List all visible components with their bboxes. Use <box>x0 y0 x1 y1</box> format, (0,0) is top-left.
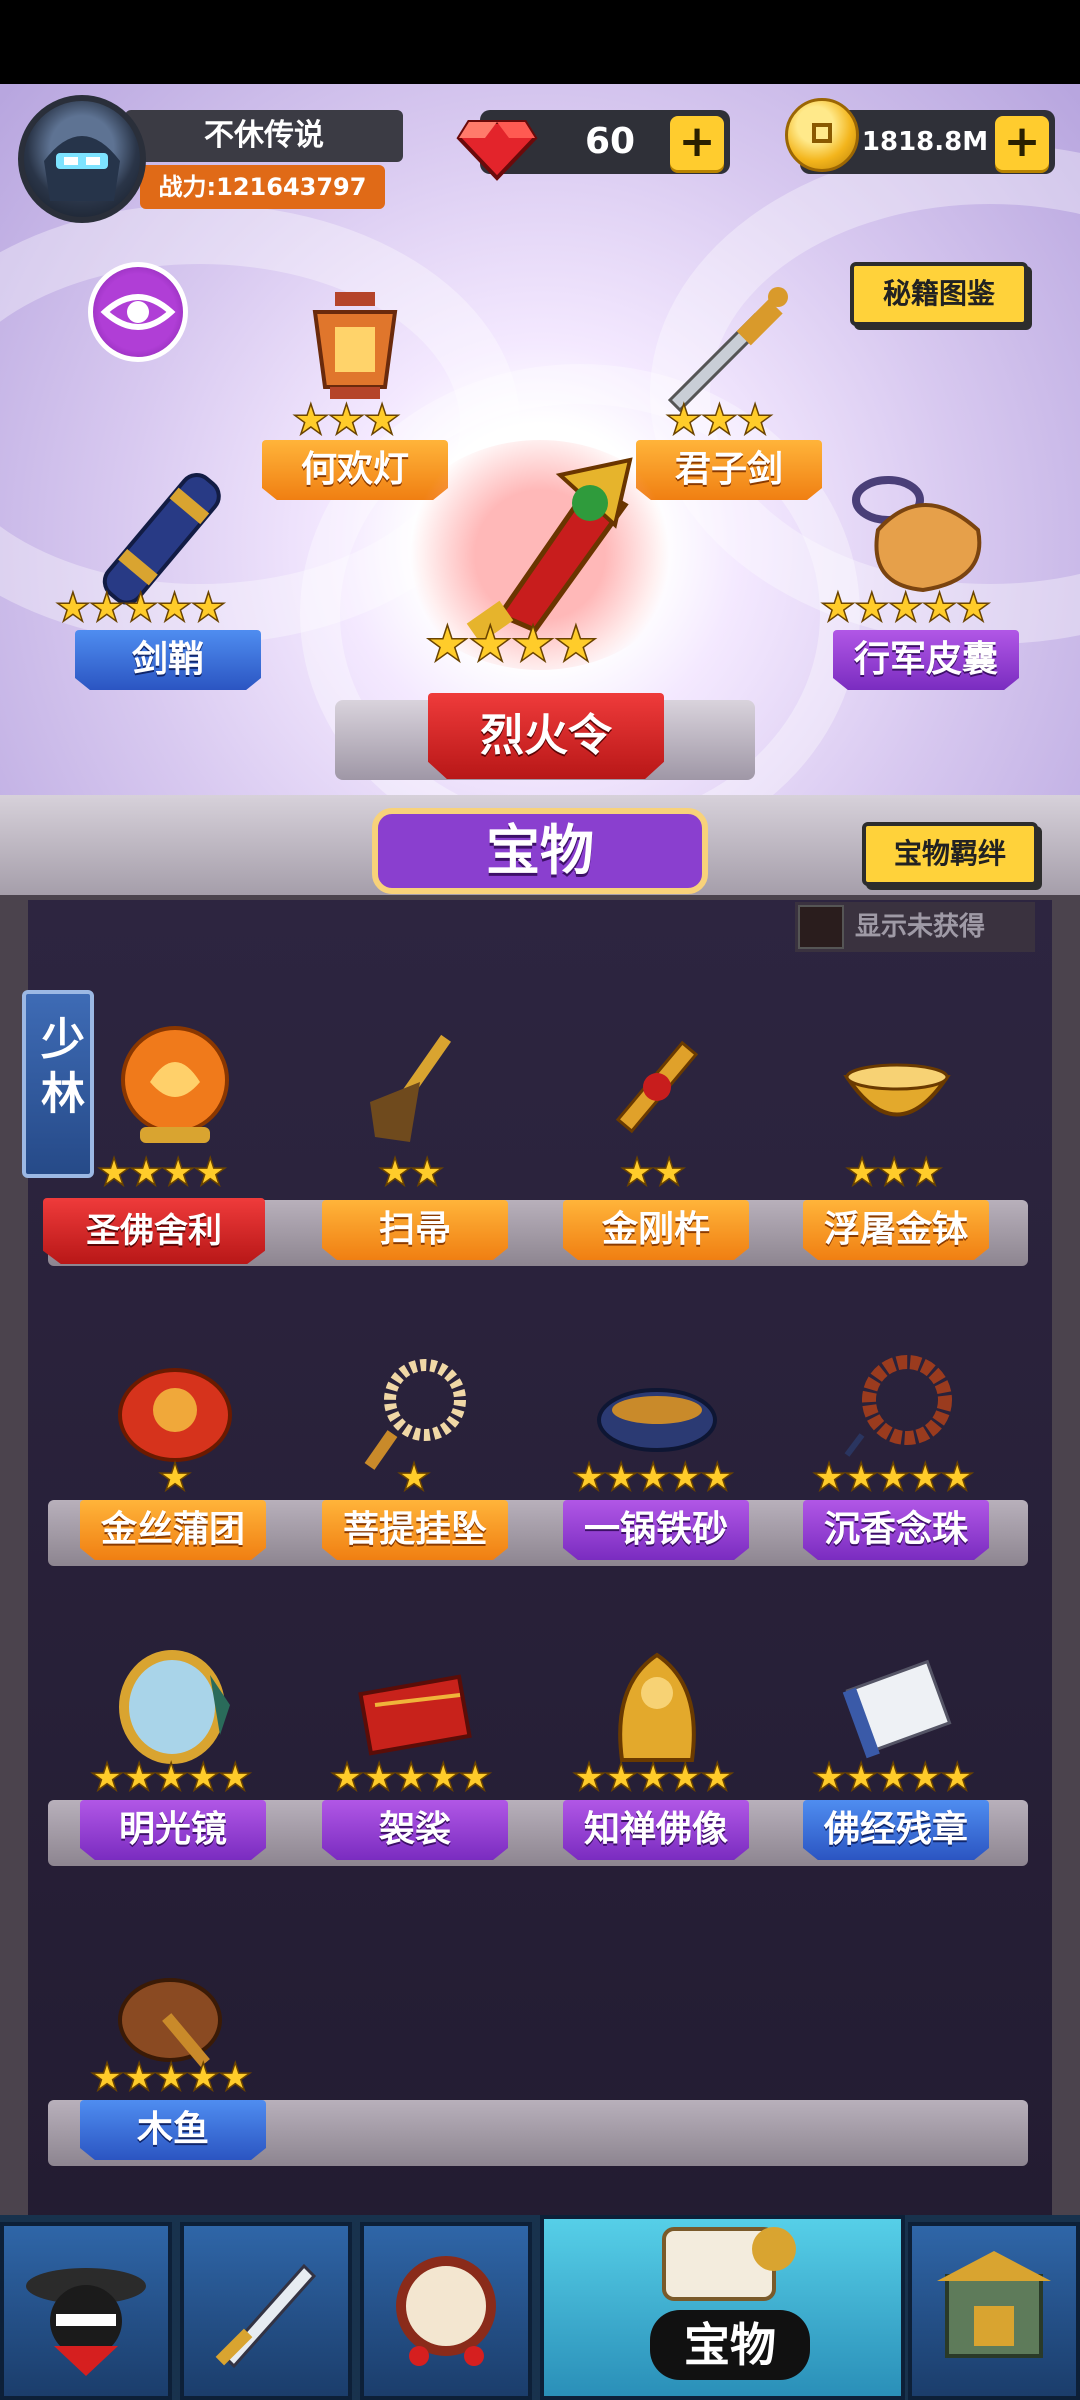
vajra-icon[interactable] <box>592 1022 722 1152</box>
leather-pouch-icon <box>848 470 998 600</box>
category-label: 少林 <box>33 1016 84 1124</box>
sword-icon <box>215 2263 317 2369</box>
status-bar <box>0 0 1080 84</box>
player-power: 战力:121643797 <box>140 165 385 209</box>
golden-bowl-icon[interactable] <box>832 1022 962 1152</box>
item-stars: ★★★★★ <box>89 2054 253 2100</box>
item-stars: ★★★★ <box>96 1149 228 1195</box>
hero-icon <box>26 2268 146 2376</box>
page-title: 宝物 <box>372 808 708 894</box>
item-stars: ★★★★★ <box>819 584 992 632</box>
coin-icon <box>785 98 859 172</box>
item-stars: ★★ <box>377 1149 445 1195</box>
treasure-label[interactable]: 佛经残章 <box>803 1800 989 1860</box>
nav-hero-button[interactable] <box>0 2222 172 2400</box>
item-stars: ★★★★★ <box>329 1754 493 1800</box>
treasure-label[interactable]: 扫帚 <box>322 1200 508 1260</box>
item-stars: ★★★★★ <box>54 584 227 632</box>
item-stars: ★★★ <box>291 394 401 445</box>
nav-weapon-button[interactable] <box>180 2222 352 2400</box>
treasure-label[interactable]: 金丝蒲团 <box>80 1500 266 1560</box>
eye-icon <box>100 294 176 330</box>
item-stars: ★ <box>396 1454 432 1500</box>
category-tag[interactable]: 少林 <box>22 990 94 1178</box>
buddha-relic-icon[interactable] <box>110 1022 240 1152</box>
treasure-label[interactable]: 一锅铁砂 <box>563 1500 749 1560</box>
gem-amount: 60 <box>584 121 636 162</box>
equipped-item-label[interactable]: 剑鞘 <box>75 630 261 690</box>
treasure-label[interactable]: 圣佛舍利 <box>43 1198 265 1264</box>
item-stars: ★★★ <box>844 1149 944 1195</box>
show-unobtained-label: 显示未获得 <box>855 912 986 942</box>
item-stars: ★★★★★ <box>811 1454 975 1500</box>
ruby-icon <box>455 100 539 184</box>
item-stars: ★★★ <box>664 394 774 445</box>
show-unobtained-checkbox[interactable] <box>798 905 844 949</box>
treasure-label[interactable]: 沉香念珠 <box>803 1500 989 1560</box>
equipped-item-label[interactable]: 行军皮囊 <box>833 630 1019 690</box>
treasure-label[interactable]: 浮屠金钵 <box>803 1200 989 1260</box>
broom-icon[interactable] <box>350 1022 480 1152</box>
item-stars: ★ <box>157 1454 193 1500</box>
nav-gate-button[interactable] <box>908 2222 1080 2400</box>
treasure-label[interactable]: 菩提挂坠 <box>322 1500 508 1560</box>
secret-manual-button[interactable]: 秘籍图鉴 <box>850 262 1028 326</box>
gate-icon <box>937 2251 1051 2358</box>
item-stars: ★★ <box>619 1149 687 1195</box>
featured-item-label[interactable]: 烈火令 <box>428 693 664 779</box>
lantern-icon <box>290 282 420 412</box>
item-stars: ★★★★★ <box>811 1754 975 1800</box>
item-stars: ★★★★★ <box>571 1754 735 1800</box>
item-stars: ★★★★★ <box>89 1754 253 1800</box>
ninja-avatar-icon <box>44 136 120 201</box>
coin-amount: 1818.8M <box>861 127 989 157</box>
equipped-item-label[interactable]: 君子剑 <box>636 440 822 500</box>
treasure-bond-button[interactable]: 宝物羁绊 <box>862 822 1038 886</box>
preview-button[interactable] <box>88 262 188 362</box>
item-stars: ★★★★ <box>424 614 599 674</box>
add-coins-button[interactable]: + <box>995 116 1049 170</box>
treasure-label[interactable]: 袈裟 <box>322 1800 508 1860</box>
treasure-label[interactable]: 明光镜 <box>80 1800 266 1860</box>
treasure-label[interactable]: 金刚杵 <box>563 1200 749 1260</box>
treasure-label[interactable]: 木鱼 <box>80 2100 266 2160</box>
nav-drum-button[interactable] <box>360 2222 532 2400</box>
drum-icon <box>396 2256 496 2366</box>
treasure-label[interactable]: 知禅佛像 <box>563 1800 749 1860</box>
item-stars: ★★★★★ <box>571 1454 735 1500</box>
avatar[interactable] <box>18 95 146 223</box>
treasure-scroll-icon <box>662 2227 796 2301</box>
player-name: 不休传说 <box>125 110 403 162</box>
add-gems-button[interactable]: + <box>670 116 724 170</box>
nav-treasure-label: 宝物 <box>650 2310 810 2380</box>
